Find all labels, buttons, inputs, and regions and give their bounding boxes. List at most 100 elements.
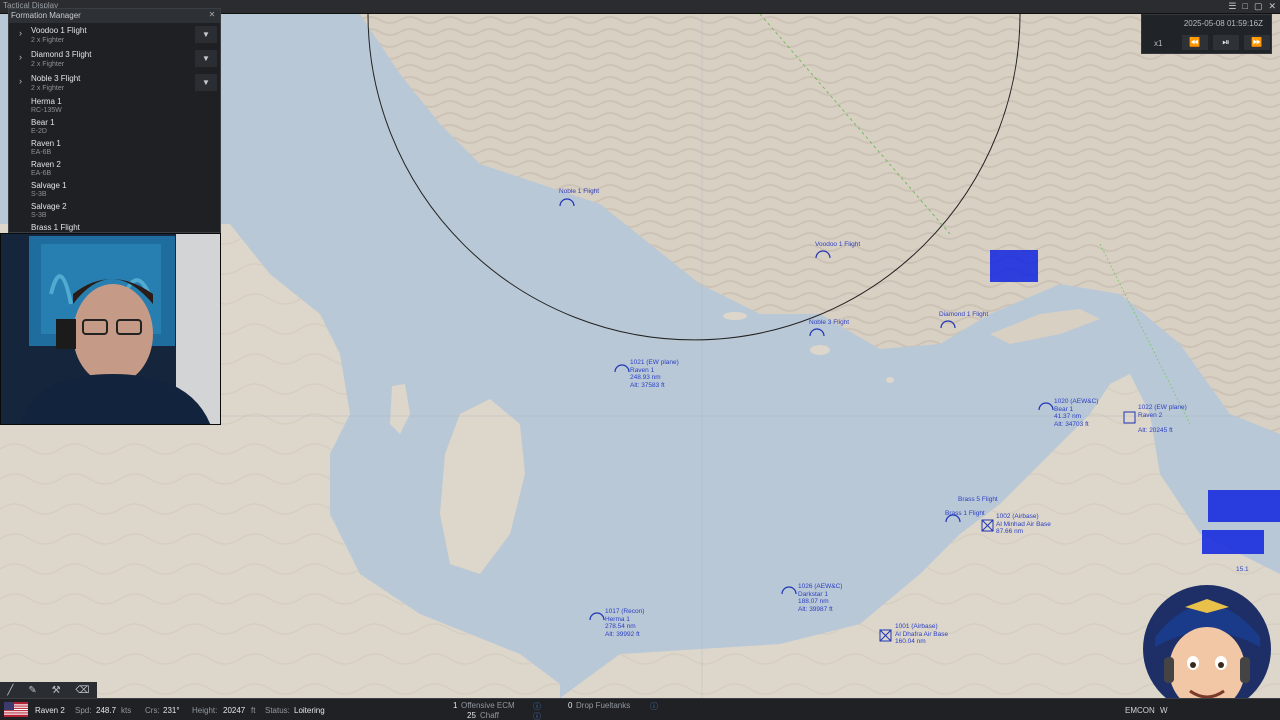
group-row[interactable]: › Voodoo 1 Flight 2 x Fighter ▼	[9, 23, 220, 47]
unit-noble1[interactable]: Noble 1 Flight	[559, 188, 599, 196]
unit-raven1[interactable]: 1021 (EW plane) Raven 1 248.93 nm Alt: 3…	[630, 359, 679, 389]
unit-callsign: Raven 2	[1138, 411, 1163, 419]
ecm-label: Offensive ECM	[461, 701, 515, 710]
us-flag-icon	[4, 702, 28, 717]
unit-brass1[interactable]: Brass 1 Flight	[945, 510, 985, 518]
unit-label: 15.1	[1236, 566, 1249, 573]
unit-alt: Alt: 37583 ft	[630, 381, 665, 389]
maximize-icon[interactable]: ▢	[1254, 1, 1263, 12]
unit-label: Brass 1 Flight	[945, 510, 985, 517]
game-screen: Noble 1 Flight Voodoo 1 Flight Diamond 1…	[0, 0, 1280, 720]
restore-icon[interactable]: □	[1243, 1, 1248, 12]
unit-herma[interactable]: 1017 (Recon) Herma 1 278.54 nm Alt: 3999…	[605, 608, 644, 638]
emcon-button[interactable]: EMCON	[1125, 706, 1155, 715]
unit-alt: Alt: 39992 ft	[605, 630, 640, 638]
group-row-partial[interactable]: Brass 1 Flight	[9, 221, 220, 232]
chevron-right-icon[interactable]: ›	[19, 76, 22, 86]
unit-row[interactable]: Bear 1 E-2D	[9, 116, 220, 137]
unit-range: 278.54 nm	[605, 623, 636, 630]
menu-icon[interactable]: ☰	[1228, 1, 1236, 12]
time-control-panel: 2025-05-08 01:59:16Z x1 ⏪ ⏯ ⏩	[1141, 14, 1272, 54]
unit-row[interactable]: Salvage 1 S-3B	[9, 179, 220, 200]
time-compression[interactable]: x1	[1154, 39, 1162, 48]
info-icon[interactable]: ⓘ	[533, 711, 541, 720]
eraser-icon[interactable]: ⌫	[75, 685, 89, 696]
streamer-webcam-image	[1, 234, 220, 424]
unit-range: 160.04 nm	[895, 638, 926, 645]
unit-id: 1020 (AEW&C)	[1054, 398, 1099, 405]
unit-type: S-3B	[31, 191, 47, 198]
rewind-button[interactable]: ⏪	[1182, 35, 1208, 50]
fast-forward-button[interactable]: ⏩	[1244, 35, 1270, 50]
unit-id: 1002 (Airbase)	[996, 513, 1039, 520]
unit-dhafra[interactable]: 1001 (Airbase) Al Dhafra Air Base 160.04…	[895, 623, 948, 646]
chevron-right-icon[interactable]: ›	[19, 52, 22, 62]
group-composition: 2 x Fighter	[31, 37, 65, 44]
close-icon[interactable]: ✕	[207, 10, 217, 20]
info-icon[interactable]: ⓘ	[650, 701, 658, 712]
unit-range: 41.37 nm	[1054, 413, 1082, 420]
group-row[interactable]: › Diamond 3 Flight 2 x Fighter ▼	[9, 47, 220, 71]
unit-type: S-3B	[31, 212, 47, 219]
speed-value: 248.7	[96, 706, 117, 715]
unit-label: Diamond 1 Flight	[939, 311, 989, 318]
height-label: Height:	[192, 706, 218, 715]
unit-alt: Alt: 34703 ft	[1054, 420, 1089, 428]
unit-voodoo1[interactable]: Voodoo 1 Flight	[815, 241, 860, 249]
unit-label: Noble 1 Flight	[559, 188, 600, 195]
unit-name: Raven 2	[31, 160, 61, 169]
panel-title: Formation Manager	[11, 11, 81, 20]
dropdown-button[interactable]: ▼	[195, 50, 217, 67]
unit-row[interactable]: Raven 2 EA-6B	[9, 158, 220, 179]
unit-id: 1022 (EW plane)	[1138, 404, 1187, 411]
speed-unit: kts	[121, 706, 132, 715]
chevron-right-icon[interactable]: ›	[19, 28, 22, 38]
chaff-label: Chaff	[480, 711, 499, 720]
play-pause-button[interactable]: ⏯	[1213, 35, 1239, 50]
unit-name: Salvage 2	[31, 202, 67, 211]
dropdown-button[interactable]: ▼	[195, 74, 217, 91]
group-row[interactable]: › Noble 3 Flight 2 x Fighter ▼	[9, 71, 220, 95]
unit-label: Brass 5 Flight	[958, 496, 998, 503]
unit-row[interactable]: Salvage 2 S-3B	[9, 200, 220, 221]
unit-misc[interactable]: 15.1	[1236, 566, 1249, 574]
unit-raven2[interactable]: 1022 (EW plane) Raven 2 Alt: 20245 ft	[1138, 404, 1187, 434]
unit-range: 188.07 nm	[798, 598, 829, 605]
unit-status-bar: Raven 2 Spd: 248.7 kts Crs: 231° Height:…	[0, 698, 1280, 720]
unit-alt: Alt: 20245 ft	[1138, 426, 1173, 434]
unit-row[interactable]: Raven 1 EA-6B	[9, 137, 220, 158]
fueltanks-label: Drop Fueltanks	[576, 701, 631, 710]
close-icon[interactable]: ✕	[1268, 1, 1276, 12]
unit-darkstar[interactable]: 1026 (AEW&C) Darkstar 1 188.07 nm Alt: 3…	[798, 583, 842, 613]
webcam-overlay	[0, 233, 221, 425]
unit-type: EA-6B	[31, 170, 52, 177]
weapons-button[interactable]: W	[1160, 706, 1168, 715]
unit-noble3[interactable]: Noble 3 Flight	[809, 319, 849, 327]
ruler-icon[interactable]: ╱	[7, 685, 13, 696]
unit-bear1[interactable]: 1020 (AEW&C) Bear 1 41.37 nm Alt: 34703 …	[1054, 398, 1098, 428]
formation-manager-panel: Formation Manager ✕ › Voodoo 1 Flight 2 …	[8, 8, 221, 233]
unit-brass5[interactable]: Brass 5 Flight	[958, 496, 998, 504]
panel-header: Formation Manager ✕	[9, 9, 220, 23]
pin-icon[interactable]: ⚒	[52, 685, 61, 696]
unit-row[interactable]: Herma 1 RC-135W	[9, 95, 220, 116]
status-value: Loitering	[294, 706, 325, 715]
unit-id: 1021 (EW plane)	[630, 359, 679, 366]
unit-minhad[interactable]: 1002 (Airbase) Al Minhad Air Base 87.66 …	[996, 513, 1051, 536]
selected-unit-name[interactable]: Raven 2	[35, 706, 65, 715]
unit-alt: Alt: 39987 ft	[798, 605, 833, 613]
unit-label: Voodoo 1 Flight	[815, 241, 861, 248]
group-name: Diamond 3 Flight	[31, 50, 92, 59]
unit-type: E-2D	[31, 128, 47, 135]
group-composition: 2 x Fighter	[31, 61, 65, 68]
unit-callsign: Al Dhafra Air Base	[895, 630, 949, 638]
enemy-cluster-north	[990, 250, 1038, 282]
unit-diamond1[interactable]: Diamond 1 Flight	[939, 311, 988, 319]
pencil-icon[interactable]: ✎	[28, 685, 36, 696]
dropdown-button[interactable]: ▼	[195, 26, 217, 43]
unit-range: 87.66 nm	[996, 528, 1024, 535]
unit-callsign: Al Minhad Air Base	[996, 520, 1051, 528]
unit-range	[1138, 419, 1187, 427]
unit-id: 1026 (AEW&C)	[798, 583, 843, 590]
unit-range: 248.93 nm	[630, 374, 661, 381]
